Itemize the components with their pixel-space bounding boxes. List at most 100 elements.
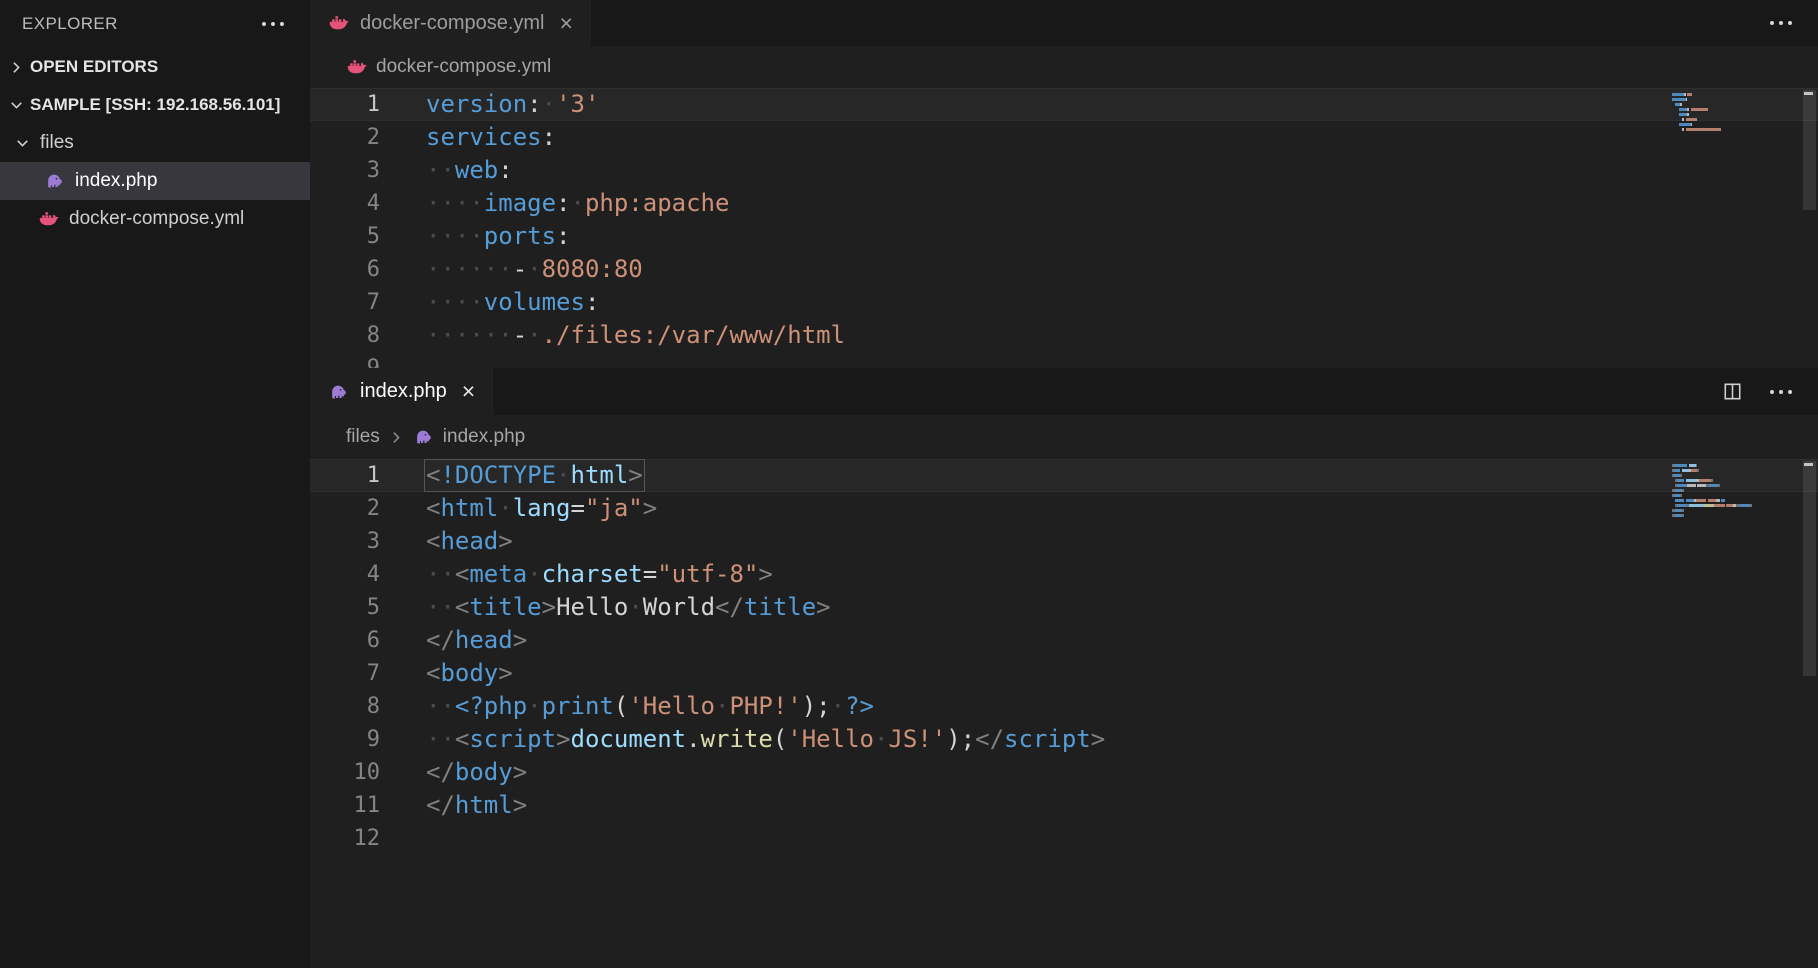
- tree-item-label: docker-compose.yml: [69, 208, 244, 230]
- workspace-section[interactable]: SAMPLE [SSH: 192.168.56.101]: [0, 86, 310, 124]
- more-actions-icon[interactable]: [1767, 21, 1794, 25]
- more-actions-icon[interactable]: [1767, 390, 1794, 394]
- code-text: services:: [380, 121, 556, 154]
- minimap[interactable]: [1672, 92, 1792, 137]
- line-number[interactable]: 8: [310, 690, 380, 723]
- split-editor-icon[interactable]: [1722, 381, 1743, 402]
- line-number[interactable]: 3: [310, 525, 380, 558]
- line-number[interactable]: 5: [310, 591, 380, 624]
- line-number[interactable]: 6: [310, 253, 380, 286]
- line-number[interactable]: 4: [310, 187, 380, 220]
- tab-label: docker-compose.yml: [360, 12, 545, 35]
- line-number[interactable]: 12: [310, 822, 380, 855]
- code-line[interactable]: 3<head>: [310, 525, 1818, 558]
- close-icon[interactable]: ×: [555, 12, 578, 35]
- code-line[interactable]: 2services:: [310, 121, 1818, 154]
- code-line[interactable]: 2<html·lang="ja">: [310, 492, 1818, 525]
- line-number[interactable]: 7: [310, 286, 380, 319]
- code-editor[interactable]: 1version:·'3'2services:3··web:4····image…: [310, 88, 1818, 368]
- tab-docker-compose-yml[interactable]: docker-compose.yml ×: [310, 0, 591, 46]
- scrollbar[interactable]: [1800, 88, 1818, 368]
- explorer-title: EXPLORER: [22, 14, 118, 34]
- line-number[interactable]: 1: [310, 459, 380, 492]
- workspace-label: SAMPLE [SSH: 192.168.56.101]: [30, 95, 280, 115]
- line-number[interactable]: 6: [310, 624, 380, 657]
- editor-group-top: docker-compose.yml × docker-compose.yml …: [310, 0, 1818, 368]
- code-line[interactable]: 7<body>: [310, 657, 1818, 690]
- breadcrumb-item[interactable]: index.php: [443, 426, 525, 448]
- line-number[interactable]: 11: [310, 789, 380, 822]
- vscode-window: EXPLORER OPEN EDITORS SAMPLE [SSH: 192.1…: [0, 0, 1818, 968]
- line-number[interactable]: 7: [310, 657, 380, 690]
- php-icon: [413, 426, 435, 448]
- scrollbar-slider[interactable]: [1803, 90, 1816, 210]
- editor-docker-compose: 1version:·'3'2services:3··web:4····image…: [310, 88, 1818, 368]
- tab-index-php[interactable]: index.php ×: [310, 368, 493, 415]
- breadcrumb-item[interactable]: files: [346, 426, 380, 448]
- code-line[interactable]: 8······-·./files:/var/www/html: [310, 319, 1818, 352]
- line-number[interactable]: 2: [310, 121, 380, 154]
- breadcrumb[interactable]: files index.php: [310, 415, 1818, 459]
- code-text: </html>: [380, 789, 527, 822]
- code-text: version:·'3': [380, 88, 599, 121]
- code-editor[interactable]: 1 <!DOCTYPE·html>2<html·lang="ja">3<head>…: [310, 459, 1818, 855]
- code-line[interactable]: 11</html>: [310, 789, 1818, 822]
- breadcrumb-item[interactable]: docker-compose.yml: [376, 56, 551, 78]
- code-text: ··<script>document.write('Hello·JS!');</…: [380, 723, 1105, 756]
- scrollbar-slider[interactable]: [1803, 461, 1816, 676]
- scrollbar[interactable]: [1800, 459, 1818, 968]
- code-line[interactable]: 12: [310, 822, 1818, 855]
- code-line[interactable]: 8··<?php·print('Hello·PHP!');·?>: [310, 690, 1818, 723]
- code-line[interactable]: 6</head>: [310, 624, 1818, 657]
- code-text: ····volumes:: [380, 286, 599, 319]
- code-text: ··web:: [380, 154, 513, 187]
- explorer-more-icon[interactable]: [259, 22, 286, 26]
- line-number[interactable]: 8: [310, 319, 380, 352]
- line-number[interactable]: 9: [310, 352, 380, 368]
- tree-item-index-php[interactable]: index.php: [0, 162, 310, 200]
- code-text: <!DOCTYPE·html>: [424, 459, 645, 492]
- line-number[interactable]: 2: [310, 492, 380, 525]
- breadcrumb[interactable]: docker-compose.yml: [310, 46, 1818, 88]
- code-text: <body>: [380, 657, 513, 690]
- line-number[interactable]: 1: [310, 88, 380, 121]
- code-text: [380, 822, 426, 855]
- code-line[interactable]: 5····ports:: [310, 220, 1818, 253]
- tab-label: index.php: [360, 380, 447, 403]
- code-line[interactable]: 4··<meta·charset="utf-8">: [310, 558, 1818, 591]
- code-text: </head>: [380, 624, 527, 657]
- code-text: ······-·./files:/var/www/html: [380, 319, 845, 352]
- code-text: </body>: [380, 756, 527, 789]
- tab-bar-bottom: index.php ×: [310, 368, 1818, 415]
- code-line[interactable]: 7····volumes:: [310, 286, 1818, 319]
- chevron-right-icon: [8, 59, 25, 76]
- code-line[interactable]: 1version:·'3': [310, 88, 1818, 121]
- line-number[interactable]: 9: [310, 723, 380, 756]
- line-number[interactable]: 5: [310, 220, 380, 253]
- code-line[interactable]: 9··<script>document.write('Hello·JS!');<…: [310, 723, 1818, 756]
- line-number[interactable]: 4: [310, 558, 380, 591]
- line-number[interactable]: 10: [310, 756, 380, 789]
- chevron-right-icon: [388, 429, 405, 446]
- line-number[interactable]: 3: [310, 154, 380, 187]
- code-text: ··<meta·charset="utf-8">: [380, 558, 773, 591]
- code-line[interactable]: 4····image:·php:apache: [310, 187, 1818, 220]
- code-line[interactable]: 9: [310, 352, 1818, 368]
- open-editors-section[interactable]: OPEN EDITORS: [0, 48, 310, 86]
- docker-icon: [328, 12, 350, 34]
- code-line[interactable]: 6······-·8080:80: [310, 253, 1818, 286]
- tree-item-label: index.php: [75, 170, 157, 192]
- code-text: [380, 352, 426, 368]
- minimap[interactable]: [1672, 463, 1792, 523]
- editor-actions-top: [1767, 0, 1794, 46]
- code-line[interactable]: 3··web:: [310, 154, 1818, 187]
- code-text: <head>: [380, 525, 513, 558]
- close-icon[interactable]: ×: [457, 380, 480, 403]
- tree-item-docker-compose-yml[interactable]: docker-compose.yml: [0, 200, 310, 238]
- tree-item-files[interactable]: files: [0, 124, 310, 162]
- code-line[interactable]: 10</body>: [310, 756, 1818, 789]
- file-tree: filesindex.php docker-compose.yml: [0, 124, 310, 238]
- tree-item-label: files: [40, 132, 74, 154]
- code-line[interactable]: 1 <!DOCTYPE·html>: [310, 459, 1818, 492]
- code-line[interactable]: 5··<title>Hello·World</title>: [310, 591, 1818, 624]
